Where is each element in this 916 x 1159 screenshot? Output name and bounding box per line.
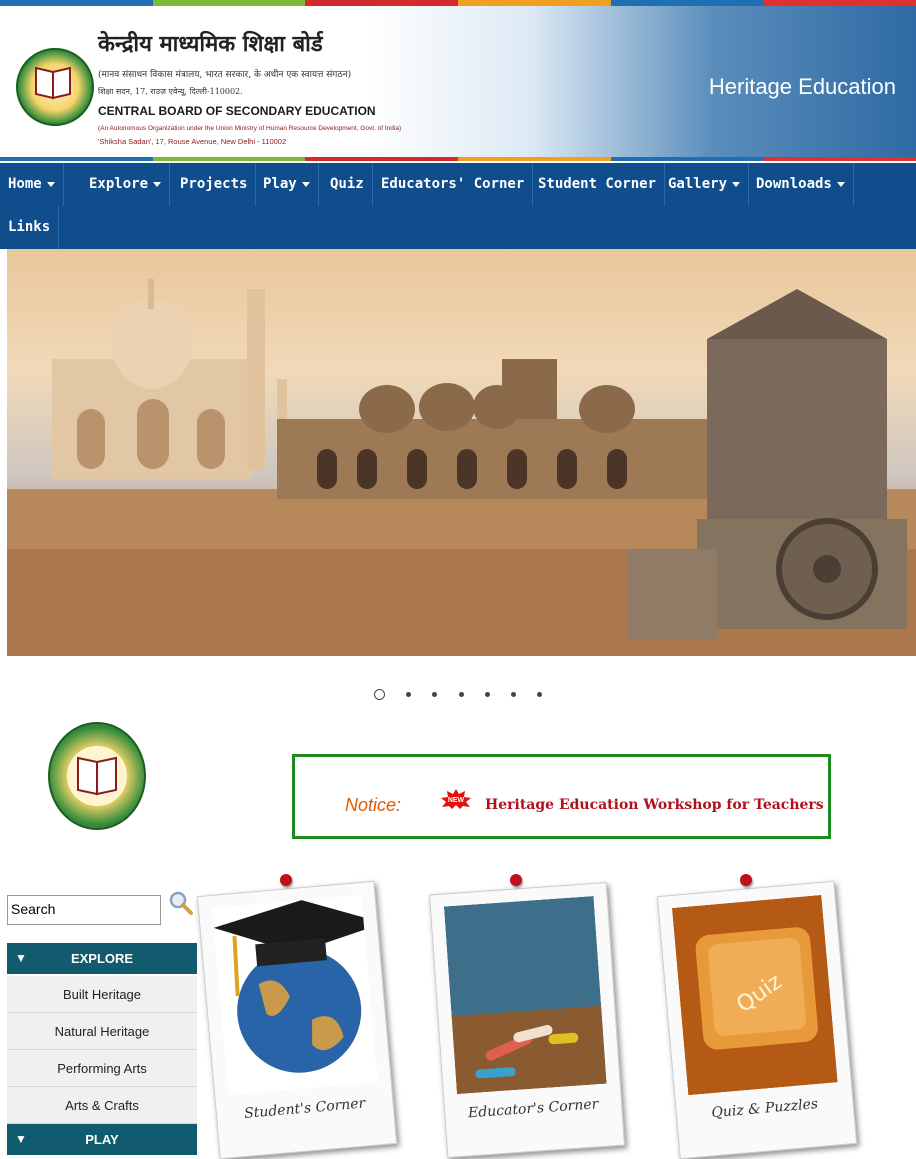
nav-item-educators-corner[interactable]: Educators' Corner bbox=[373, 163, 534, 206]
card-caption: Quiz & Puzzles bbox=[710, 1096, 819, 1122]
new-badge-icon: NEW bbox=[441, 789, 471, 809]
nav-item-projects[interactable]: Projects bbox=[172, 163, 257, 206]
slider-dots bbox=[0, 684, 916, 703]
quiz-key-icon: Quiz bbox=[671, 894, 838, 1096]
nav-label: Projects bbox=[180, 176, 248, 192]
nav-label: Educators' Corner bbox=[381, 176, 525, 192]
card-students-corner[interactable]: Student's Corner bbox=[196, 880, 398, 1159]
nav-label: Gallery bbox=[668, 176, 728, 192]
banner-illustration bbox=[7, 279, 916, 656]
slider-dot[interactable] bbox=[536, 692, 542, 697]
english-subtitle: (An Autonomous Organization under the Un… bbox=[98, 125, 402, 132]
svg-text:NEW: NEW bbox=[448, 797, 465, 804]
slider-dot[interactable] bbox=[458, 692, 464, 697]
book-icon bbox=[35, 66, 71, 100]
english-title: CENTRAL BOARD OF SECONDARY EDUCATION bbox=[98, 104, 376, 118]
nav-label: Student Corner bbox=[538, 176, 657, 192]
nav-label: Explore bbox=[89, 176, 149, 192]
site-title: Heritage Education bbox=[708, 74, 896, 99]
graduation-globe-icon bbox=[211, 894, 378, 1096]
header-divider-strip bbox=[0, 157, 916, 161]
nav-item-gallery[interactable]: Gallery bbox=[660, 163, 750, 206]
menu-item-natural-heritage[interactable]: Natural Heritage bbox=[7, 1013, 197, 1050]
cbse-emblem bbox=[48, 722, 146, 830]
slider-dot[interactable] bbox=[510, 692, 516, 697]
chevron-down-icon bbox=[732, 181, 741, 187]
nav-item-quiz[interactable]: Quiz bbox=[322, 163, 373, 206]
chalk-board-icon bbox=[443, 896, 607, 1095]
nav-item-student-corner[interactable]: Student Corner bbox=[530, 163, 666, 206]
nav-label: Links bbox=[8, 219, 51, 235]
nav-label: Play bbox=[263, 176, 297, 192]
nav-item-links[interactable]: Links bbox=[0, 206, 60, 249]
search-input[interactable] bbox=[8, 896, 162, 922]
heritage-banner-image bbox=[7, 249, 916, 656]
pushpin-icon bbox=[280, 874, 292, 886]
menu-section-label: EXPLORE bbox=[70, 951, 134, 966]
card-caption: Educator's Corner bbox=[467, 1096, 599, 1122]
card-quiz-puzzles[interactable]: Quiz Quiz & Puzzles bbox=[656, 880, 858, 1159]
chevron-down-icon bbox=[301, 181, 310, 187]
card-caption: Student's Corner bbox=[243, 1095, 366, 1122]
english-address: 'Shiksha Sadan', 17, Rouse Avenue, New D… bbox=[98, 137, 287, 146]
menu-item-performing-arts[interactable]: Performing Arts bbox=[7, 1050, 197, 1087]
slider-dot[interactable] bbox=[374, 689, 386, 700]
card-educators-corner[interactable]: Educator's Corner bbox=[429, 882, 625, 1158]
notice-link[interactable]: Heritage Education Workshop for Teachers bbox=[485, 797, 824, 813]
book-icon bbox=[67, 746, 127, 806]
nav-item-downloads[interactable]: Downloads bbox=[748, 163, 854, 206]
nav-item-explore[interactable]: Explore bbox=[81, 163, 171, 206]
notice-label: Notice: bbox=[345, 795, 402, 815]
menu-item-arts-crafts[interactable]: Arts & Crafts bbox=[7, 1087, 197, 1124]
nav-label: Quiz bbox=[330, 176, 364, 192]
pushpin-icon bbox=[740, 874, 752, 886]
menu-section-label: PLAY bbox=[85, 1132, 119, 1147]
nav-item-play[interactable]: Play bbox=[255, 163, 319, 206]
search-box bbox=[7, 895, 162, 925]
site-header: केन्द्रीय माध्यमिक शिक्षा बोर्ड (मानव सं… bbox=[0, 6, 916, 158]
chevron-down-icon bbox=[153, 181, 162, 187]
slider-dot[interactable] bbox=[432, 692, 438, 697]
nav-item-home[interactable]: Home bbox=[0, 163, 64, 206]
nav-label: Downloads bbox=[756, 176, 832, 192]
triangle-down-icon: ▼ bbox=[15, 951, 27, 965]
search-icon[interactable] bbox=[168, 890, 194, 916]
menu-section-play[interactable]: ▼ PLAY bbox=[7, 1124, 197, 1155]
slider-dot[interactable] bbox=[484, 692, 490, 697]
slider-dot[interactable] bbox=[406, 692, 412, 697]
notice-box: Notice: NEW Heritage Education Workshop … bbox=[292, 754, 831, 839]
menu-section-explore[interactable]: ▼ EXPLORE bbox=[7, 943, 197, 974]
hindi-address: शिक्षा सदन, 17, राउज़ एवेन्यू, दिल्ली-11… bbox=[98, 87, 243, 96]
chevron-down-icon bbox=[46, 181, 55, 187]
chevron-down-icon bbox=[836, 181, 845, 187]
main-nav: Home Explore Projects Play Quiz Educator… bbox=[0, 163, 916, 249]
nav-label: Home bbox=[8, 176, 42, 192]
menu-item-built-heritage[interactable]: Built Heritage bbox=[7, 976, 197, 1013]
hindi-title: केन्द्रीय माध्यमिक शिक्षा बोर्ड bbox=[98, 31, 323, 57]
hindi-subtitle: (मानव संसाधन विकास मंत्रालय, भारत सरकार,… bbox=[98, 70, 352, 80]
triangle-down-icon: ▼ bbox=[15, 1132, 27, 1146]
pushpin-icon bbox=[510, 874, 522, 886]
